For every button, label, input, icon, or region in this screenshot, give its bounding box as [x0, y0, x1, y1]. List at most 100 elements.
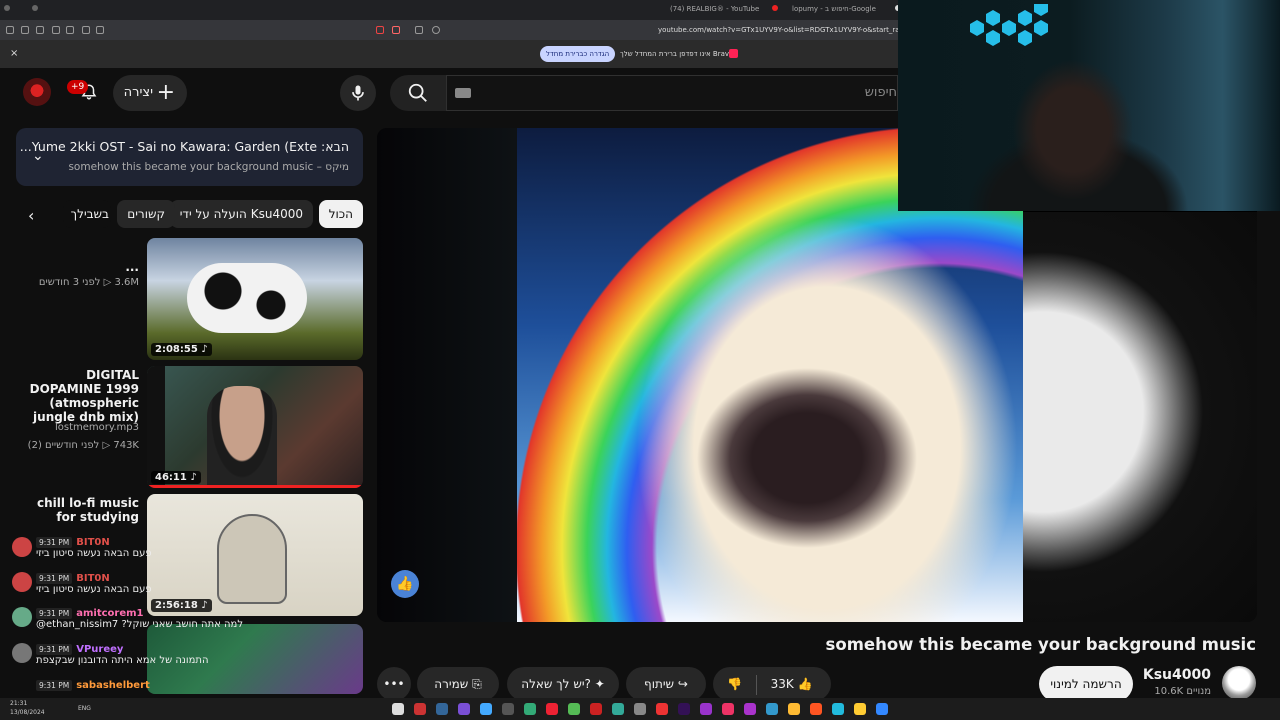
screen-icon[interactable]	[415, 26, 423, 34]
app-icon[interactable]	[436, 703, 448, 715]
app-icon[interactable]	[480, 703, 492, 715]
create-button[interactable]: יצירה +	[113, 75, 187, 111]
chip-all[interactable]: הכול	[318, 200, 363, 228]
voice-search-button[interactable]	[340, 75, 376, 111]
app-icon[interactable]	[590, 703, 602, 715]
chat-user[interactable]: BIT0N	[76, 573, 110, 584]
keyboard-icon[interactable]	[455, 88, 471, 98]
chat-message: 9:31 PM BIT0N פעם הבאה נעשה סיטון ביזי	[10, 537, 152, 559]
bookmark-icon: ⎘	[472, 677, 482, 691]
channel-avatar[interactable]	[1222, 666, 1256, 700]
brave-icon[interactable]	[810, 703, 822, 715]
close-icon[interactable]: ×	[10, 48, 18, 59]
history-icon[interactable]	[96, 26, 104, 34]
search-button[interactable]	[390, 75, 446, 111]
app-icon[interactable]	[568, 703, 580, 715]
save-button[interactable]: שמירה ⎘	[417, 667, 499, 701]
app-icon[interactable]	[546, 703, 558, 715]
zoom-icon[interactable]	[432, 26, 440, 34]
chat-message: 9:31 PM VPureey התמונה של אמא היתה הדובנו…	[10, 644, 209, 666]
chat-user[interactable]: BIT0N	[76, 537, 110, 548]
dislike-icon[interactable]: 👎	[727, 677, 742, 691]
extension-icon[interactable]	[36, 26, 44, 34]
video-thumbnail[interactable]: 2:56:18 ♪	[147, 494, 363, 616]
app-icon[interactable]	[634, 703, 646, 715]
like-count[interactable]: 33K	[771, 677, 794, 691]
like-icon[interactable]: 👍	[798, 677, 813, 691]
brave-shield-icon[interactable]	[392, 26, 400, 34]
language-indicator[interactable]: ENG	[78, 705, 91, 712]
chat-time: 9:31 PM	[36, 537, 73, 548]
chat-time: 9:31 PM	[36, 644, 73, 655]
channel-name[interactable]: lostmemory.mp3	[55, 422, 139, 433]
search-input[interactable]: חיפוש	[446, 75, 898, 111]
ask-button[interactable]: יש לך שאלה? ✦	[507, 667, 619, 701]
app-icon[interactable]	[414, 703, 426, 715]
more-actions-button[interactable]: •••	[377, 667, 411, 701]
sidebar-icon[interactable]	[66, 26, 74, 34]
webcam-overlay	[898, 0, 1280, 211]
app-icon[interactable]	[524, 703, 536, 715]
chrome-icon[interactable]	[788, 703, 800, 715]
app-icon[interactable]	[612, 703, 624, 715]
chip-for-you[interactable]: בשבילך	[63, 200, 111, 228]
chat-user[interactable]: VPureey	[76, 644, 123, 655]
windows-icon[interactable]	[876, 703, 888, 715]
chat-time: 9:31 PM	[36, 608, 73, 619]
channel-name[interactable]: Ksu4000	[1143, 667, 1211, 683]
clock[interactable]: 21:31	[10, 700, 27, 707]
subscriber-count: 10.6K מנויים	[1154, 686, 1211, 697]
app-icon[interactable]	[458, 703, 470, 715]
chip-uploaded-by[interactable]: הועלה על ידי Ksu4000	[169, 200, 313, 228]
list-item[interactable]: 46:11 ♪ DIGITAL DOPAMINE 1999 (atmospher…	[16, 366, 363, 488]
set-default-button[interactable]: הגדרה כברירת מחדל	[540, 46, 616, 62]
music-icon[interactable]	[82, 26, 90, 34]
tab-icon-2[interactable]	[52, 26, 60, 34]
app-icon[interactable]	[744, 703, 756, 715]
video-thumbnail[interactable]: 46:11 ♪	[147, 366, 363, 488]
tab-youtube[interactable]: (74) REALBIG® - YouTube	[670, 5, 759, 13]
search-icon	[408, 83, 427, 102]
menu-icon[interactable]	[6, 26, 14, 34]
video-title[interactable]: chill lo-fi music for studying	[24, 496, 139, 524]
duration-badge: 2:08:55 ♪	[151, 343, 212, 356]
chip-related[interactable]: קשורים	[117, 200, 175, 228]
shield-icon[interactable]	[21, 26, 29, 34]
up-next-title: הבא: Yume 2kki OST - Sai no Kawara: Gard…	[19, 139, 349, 154]
app-icon[interactable]	[700, 703, 712, 715]
up-next-card[interactable]: ⌄ הבא: Yume 2kki OST - Sai no Kawara: Ga…	[16, 128, 363, 186]
infobar-text: Brave אינו דפדפן ברירת המחדל שלך	[620, 50, 734, 58]
video-title[interactable]: DIGITAL DOPAMINE 1999 (atmospheric jungl…	[24, 368, 139, 424]
chat-user[interactable]: sabashelbert	[76, 680, 150, 691]
list-item[interactable]: 2:08:55 ♪ ... 3.6M ▷ לפני 3 חודשים	[16, 238, 363, 360]
chat-user[interactable]: amitcorem1	[76, 608, 143, 619]
app-icon[interactable]	[722, 703, 734, 715]
edge-icon[interactable]	[832, 703, 844, 715]
video-title: somehow this became your background musi…	[825, 635, 1256, 654]
folder-icon[interactable]	[854, 703, 866, 715]
sparkle-icon: ✦	[594, 677, 605, 691]
app-icon[interactable]	[502, 703, 514, 715]
app-icon[interactable]	[678, 703, 690, 715]
video-thumbnail[interactable]: 2:08:55 ♪	[147, 238, 363, 360]
share-button[interactable]: שיתוף ↪	[626, 667, 706, 701]
app-icon[interactable]	[766, 703, 778, 715]
start-icon[interactable]	[392, 703, 404, 715]
date: 13/08/2024	[10, 709, 45, 716]
video-title[interactable]: ...	[24, 260, 139, 274]
video-meta: 743K ▷ לפני חודשיים (2)	[27, 440, 139, 451]
chat-message: 9:31 PM BIT0N פעם הבאה נעשה סיטון ביזי	[10, 573, 152, 595]
taskbar: 21:31 13/08/2024 ENG	[0, 698, 1280, 720]
subscribe-button[interactable]: הרשמה למינוי	[1039, 666, 1133, 702]
account-avatar[interactable]	[23, 78, 51, 106]
tab-google[interactable]: lopumy - חיפוש ב-Google	[792, 5, 876, 13]
tab-icon[interactable]	[32, 5, 38, 11]
app-icon[interactable]	[656, 703, 668, 715]
thumbs-up-icon[interactable]: 👍	[391, 570, 419, 598]
warning-icon[interactable]	[376, 26, 384, 34]
url-text[interactable]: youtube.com/watch?v=GTx1UYV9Y-o&list=RDG…	[658, 26, 921, 34]
window-menu-icon[interactable]	[4, 5, 10, 11]
ask-label: יש לך שאלה?	[521, 677, 591, 691]
playstation-spine	[147, 366, 165, 488]
divider	[755, 674, 757, 695]
